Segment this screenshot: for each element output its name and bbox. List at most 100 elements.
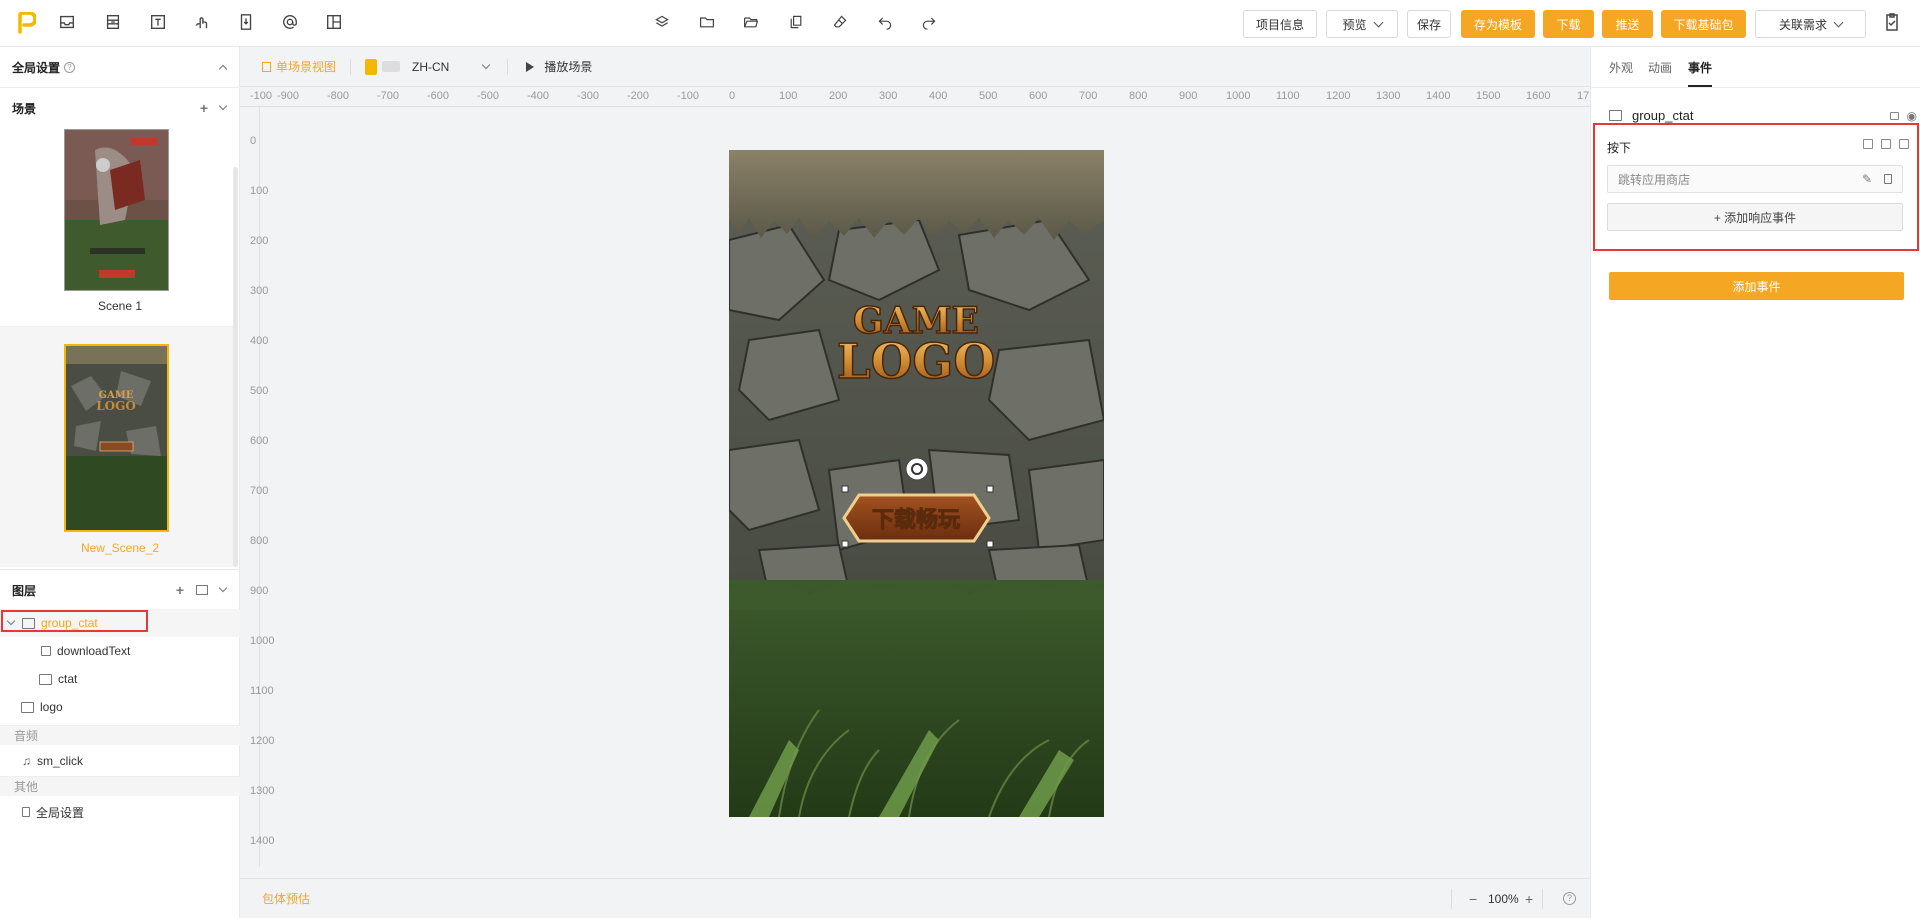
- scene-thumbnail-1[interactable]: [64, 129, 169, 291]
- scene-thumbnail-2[interactable]: GAME LOGO: [64, 344, 169, 532]
- copy-event-icon[interactable]: [1881, 139, 1891, 149]
- push-button[interactable]: 推送: [1602, 10, 1653, 38]
- layers-title: 图层: [12, 583, 37, 598]
- add-scene-icon[interactable]: +: [200, 100, 208, 116]
- layer-row-ctat[interactable]: ctat: [0, 665, 240, 693]
- add-folder-icon[interactable]: [196, 585, 208, 595]
- settings-doc-icon: [22, 807, 30, 817]
- scene-label-2: New_Scene_2: [80, 541, 160, 555]
- ruler-tick: 300: [250, 285, 269, 297]
- inbox-icon[interactable]: [57, 12, 77, 32]
- audio-row-sm-click[interactable]: ♫ sm_click: [0, 747, 240, 775]
- trash-icon[interactable]: [1884, 174, 1892, 184]
- copy-icon[interactable]: [786, 12, 806, 32]
- add-event-button[interactable]: 添加事件: [1609, 272, 1904, 300]
- layer-row-group-ctat[interactable]: group_ctat: [0, 609, 240, 637]
- folder-icon: [1609, 110, 1622, 121]
- download-doc-icon[interactable]: [236, 12, 256, 32]
- ruler-tick: 1100: [1276, 90, 1300, 102]
- panel-layout-icon[interactable]: [324, 12, 344, 32]
- save-button[interactable]: 保存: [1407, 10, 1451, 38]
- download-button[interactable]: 下载: [1543, 10, 1594, 38]
- help-icon[interactable]: ?: [1563, 892, 1576, 905]
- chevron-up-icon[interactable]: [218, 64, 228, 74]
- ruler-tick: 500: [250, 385, 269, 397]
- touch-icon[interactable]: [192, 12, 212, 32]
- canvas-toolbar: 单场景视图 ZH-CN 播放场景: [240, 47, 1590, 87]
- layer-row-downloadtext[interactable]: downloadText: [0, 637, 240, 665]
- at-sign-icon[interactable]: [280, 12, 300, 32]
- divider: [350, 58, 352, 75]
- tab-appearance[interactable]: 外观: [1609, 59, 1633, 76]
- top-toolbar: 项目信息 预览 保存 存为模板 下载 推送 下载基础包 关联需求: [0, 0, 1920, 47]
- ruler-tick: 700: [250, 485, 269, 497]
- audio-group-header: 音频: [0, 725, 240, 745]
- action-row[interactable]: 跳转应用商店 ✎: [1607, 165, 1903, 193]
- ruler-tick: 300: [879, 90, 898, 102]
- project-info-button[interactable]: 项目信息: [1243, 10, 1317, 38]
- eraser-icon[interactable]: [830, 12, 850, 32]
- action-label: 跳转应用商店: [1618, 172, 1691, 187]
- ruler-tick: 1400: [1426, 90, 1451, 102]
- scene-preview[interactable]: GAME LOGO 下载畅玩: [729, 150, 1104, 817]
- pencil-icon[interactable]: ✎: [1862, 172, 1872, 186]
- add-response-button[interactable]: + 添加响应事件: [1607, 203, 1903, 231]
- delete-event-icon[interactable]: [1899, 139, 1909, 149]
- play-icon[interactable]: [526, 61, 535, 72]
- play-scene-label[interactable]: 播放场景: [544, 58, 592, 75]
- eye-icon[interactable]: ◉: [1907, 109, 1917, 123]
- redo-icon[interactable]: [919, 12, 939, 32]
- folder-icon[interactable]: [697, 12, 717, 32]
- ruler-tick: 1200: [1326, 90, 1351, 102]
- ruler-tick: -800: [327, 90, 350, 102]
- ruler-tick: 900: [250, 585, 269, 597]
- undo-icon[interactable]: [875, 12, 895, 32]
- help-icon[interactable]: ?: [64, 61, 76, 73]
- ruler-tick: 1500: [1476, 90, 1501, 102]
- ruler-tick: -700: [377, 90, 400, 102]
- tab-events[interactable]: 事件: [1688, 59, 1712, 76]
- zoom-in-button[interactable]: +: [1525, 891, 1533, 907]
- clipboard-check-icon[interactable]: [1882, 12, 1902, 32]
- package-estimate-link[interactable]: 包体预估: [262, 890, 310, 907]
- ruler-tick: 100: [779, 90, 798, 102]
- folder-open-icon[interactable]: [741, 12, 761, 32]
- ruler-tick: -500: [477, 90, 500, 102]
- canvas-area: 单场景视图 ZH-CN 播放场景 -100 -900 -800 -700 -60…: [240, 47, 1590, 918]
- music-note-icon: ♫: [22, 754, 31, 768]
- chevron-down-icon[interactable]: [218, 583, 228, 593]
- layer-row-logo[interactable]: logo: [0, 693, 240, 721]
- chevron-down-icon[interactable]: [482, 60, 491, 69]
- color-swatch-active[interactable]: [365, 58, 378, 75]
- global-settings-header[interactable]: 全局设置 ?: [0, 47, 240, 87]
- ruler-tick: 100: [250, 185, 269, 197]
- preview-button[interactable]: 预览: [1326, 10, 1398, 38]
- horizontal-ruler: -100 -900 -800 -700 -600 -500 -400 -300 …: [240, 87, 1590, 107]
- related-demand-dropdown[interactable]: 关联需求: [1755, 10, 1866, 38]
- download-base-button[interactable]: 下载基础包: [1661, 10, 1746, 38]
- layers-icon[interactable]: [652, 12, 672, 32]
- color-swatch[interactable]: [382, 61, 401, 72]
- divider: [1591, 87, 1920, 88]
- add-layer-icon[interactable]: +: [176, 582, 184, 598]
- event-tools: [1855, 139, 1909, 149]
- layer-label: ctat: [58, 672, 78, 686]
- chevron-down-icon[interactable]: [218, 101, 228, 111]
- language-label[interactable]: ZH-CN: [412, 60, 449, 74]
- zoom-level[interactable]: 100%: [1488, 892, 1519, 906]
- vertical-ruler: 0 100 200 300 400 500 600 700 800 900 10…: [240, 107, 274, 867]
- other-row-global-settings[interactable]: 全局设置: [0, 798, 240, 826]
- lock-icon[interactable]: [1890, 111, 1899, 120]
- save-as-template-button[interactable]: 存为模板: [1461, 10, 1535, 38]
- text-tool-icon[interactable]: [148, 12, 168, 32]
- ruler-tick: 1100: [250, 685, 274, 697]
- event-card: 按下 跳转应用商店 ✎ + 添加响应事件: [1593, 123, 1919, 251]
- scenes-scrollbar[interactable]: [233, 167, 238, 567]
- zoom-out-button[interactable]: −: [1469, 891, 1477, 907]
- layout-list-icon[interactable]: [103, 12, 123, 32]
- global-settings-tools: [218, 62, 228, 74]
- view-mode-label[interactable]: 单场景视图: [276, 58, 336, 75]
- edit-event-icon[interactable]: [1863, 139, 1873, 149]
- ruler-tick: 0: [729, 90, 736, 102]
- tab-animation[interactable]: 动画: [1648, 59, 1672, 76]
